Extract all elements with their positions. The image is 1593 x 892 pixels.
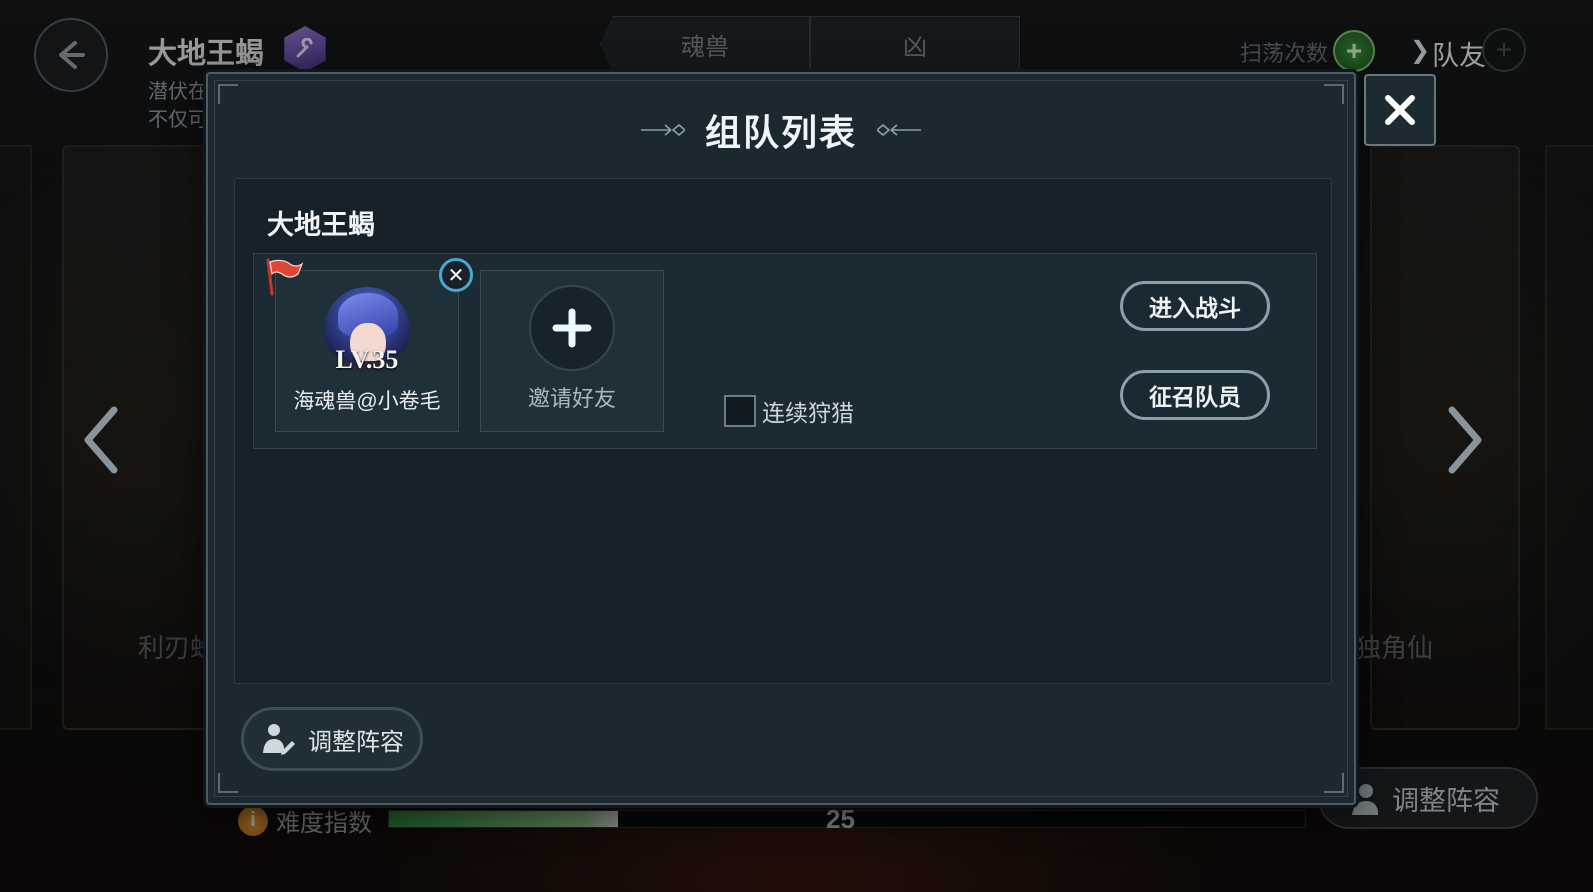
continuous-hunt-toggle[interactable]: 连续狩猎 [724, 394, 854, 428]
invite-friend-slot[interactable]: 邀请好友 [480, 270, 664, 432]
continuous-hunt-label: 连续狩猎 [762, 400, 854, 426]
corner-ornament [218, 773, 238, 793]
modal-title: 组队列表 [704, 112, 857, 153]
section-title: 大地王蝎 [267, 210, 375, 240]
member-name: 海魂兽@小卷毛 [293, 390, 441, 413]
team-list-content: 大地王蝎 LV.35 海魂兽@小卷毛 ✕ 邀请好友 连续狩猎 进入战斗 征召队员 [234, 178, 1332, 684]
team-row: LV.35 海魂兽@小卷毛 ✕ 邀请好友 连续狩猎 进入战斗 征召队员 [253, 253, 1317, 449]
modal-header: 组队列表 [208, 104, 1354, 156]
plus-icon[interactable] [529, 285, 615, 371]
invite-friend-label: 邀请好友 [527, 386, 616, 411]
adjust-lineup-button[interactable]: 调整阵容 [241, 707, 423, 771]
corner-ornament [1324, 773, 1344, 793]
user-edit-icon [263, 724, 295, 755]
flag-icon [266, 258, 304, 296]
close-button[interactable] [1364, 74, 1436, 146]
adjust-lineup-label: 调整阵容 [308, 728, 404, 756]
team-list-modal: 组队列表 大地王蝎 LV.35 海魂兽@小卷毛 ✕ 邀请好友 连续狩猎 进入战斗… [206, 72, 1356, 805]
member-level: LV.35 [335, 345, 399, 374]
continuous-hunt-checkbox[interactable] [724, 395, 756, 427]
corner-ornament [218, 84, 238, 104]
corner-ornament [1324, 84, 1344, 104]
close-icon [1385, 95, 1415, 125]
title-ornament-right-icon [877, 123, 921, 137]
recruit-members-button[interactable]: 征召队员 [1120, 370, 1270, 420]
title-ornament-left-icon [640, 123, 685, 137]
enter-battle-button[interactable]: 进入战斗 [1120, 281, 1270, 331]
close-circle-icon[interactable]: ✕ [439, 258, 473, 292]
